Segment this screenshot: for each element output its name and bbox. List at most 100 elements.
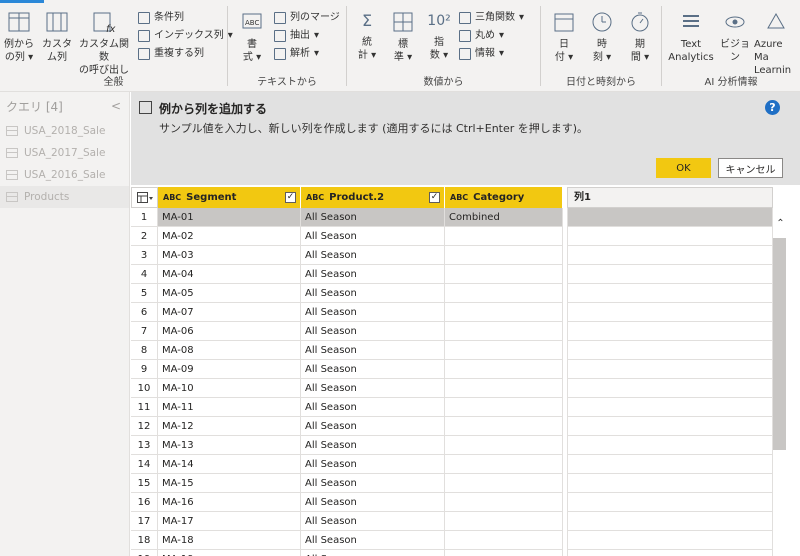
- cell-segment[interactable]: MA-07: [158, 303, 301, 322]
- cell-new-column-input[interactable]: [567, 303, 773, 322]
- cell-category[interactable]: [445, 284, 563, 303]
- table-row[interactable]: 15 MA-15 All Season: [131, 474, 773, 493]
- scrollbar-thumb[interactable]: [773, 238, 786, 450]
- cell-new-column-input[interactable]: [567, 322, 773, 341]
- conditional-column-button[interactable]: 条件列: [138, 10, 184, 26]
- query-item[interactable]: USA_2018_Sale: [0, 120, 129, 142]
- text-analytics-button[interactable]: Text Analytics: [666, 10, 716, 64]
- table-menu-button[interactable]: [131, 187, 158, 208]
- table-row[interactable]: 3 MA-03 All Season: [131, 246, 773, 265]
- column-checkbox[interactable]: ✓: [285, 192, 296, 203]
- table-row[interactable]: 9 MA-09 All Season: [131, 360, 773, 379]
- table-row[interactable]: 6 MA-07 All Season: [131, 303, 773, 322]
- trigonometry-button[interactable]: 三角関数 ▾: [459, 10, 524, 26]
- cell-segment[interactable]: MA-16: [158, 493, 301, 512]
- cell-segment[interactable]: MA-08: [158, 341, 301, 360]
- cell-category[interactable]: [445, 303, 563, 322]
- cell-product[interactable]: All Season: [301, 303, 445, 322]
- cell-category[interactable]: [445, 227, 563, 246]
- scientific-button[interactable]: 10² 指 数 ▾: [423, 10, 455, 62]
- cell-segment[interactable]: MA-12: [158, 417, 301, 436]
- cell-category[interactable]: [445, 379, 563, 398]
- text-type-icon[interactable]: ABC: [163, 193, 181, 202]
- parse-button[interactable]: 解析 ▾: [274, 46, 319, 62]
- query-item[interactable]: USA_2016_Sale: [0, 164, 129, 186]
- cell-segment[interactable]: MA-06: [158, 322, 301, 341]
- cell-product[interactable]: All Season: [301, 455, 445, 474]
- cell-segment[interactable]: MA-09: [158, 360, 301, 379]
- cell-new-column-input[interactable]: [567, 512, 773, 531]
- cell-category[interactable]: [445, 512, 563, 531]
- table-row[interactable]: 4 MA-04 All Season: [131, 265, 773, 284]
- cell-segment[interactable]: MA-10: [158, 379, 301, 398]
- cell-new-column-input[interactable]: [567, 550, 773, 556]
- cell-category[interactable]: [445, 246, 563, 265]
- extract-button[interactable]: 抽出 ▾: [274, 28, 319, 44]
- table-row[interactable]: 14 MA-14 All Season: [131, 455, 773, 474]
- cell-new-column-input[interactable]: [567, 417, 773, 436]
- cell-category[interactable]: [445, 322, 563, 341]
- format-button[interactable]: ABC 書 式 ▾: [236, 10, 268, 64]
- help-icon[interactable]: ?: [765, 100, 780, 115]
- cell-segment[interactable]: MA-01: [158, 208, 301, 227]
- rounding-button[interactable]: 丸め ▾: [459, 28, 504, 44]
- merge-columns-button[interactable]: 列のマージ: [274, 10, 340, 26]
- cell-segment[interactable]: MA-17: [158, 512, 301, 531]
- cell-new-column-input[interactable]: [567, 379, 773, 398]
- cell-category[interactable]: [445, 493, 563, 512]
- cell-product[interactable]: All Season: [301, 379, 445, 398]
- cell-segment[interactable]: MA-14: [158, 455, 301, 474]
- new-column-header[interactable]: 列1: [567, 187, 773, 208]
- cell-product[interactable]: All Season: [301, 550, 445, 556]
- query-item-selected[interactable]: Products: [0, 186, 129, 208]
- cell-segment[interactable]: MA-05: [158, 284, 301, 303]
- cell-product[interactable]: All Season: [301, 417, 445, 436]
- table-row[interactable]: 18 MA-18 All Season: [131, 531, 773, 550]
- cell-product[interactable]: All Season: [301, 322, 445, 341]
- standard-button[interactable]: 標 準 ▾: [387, 10, 419, 64]
- cell-new-column-input[interactable]: [567, 455, 773, 474]
- time-button[interactable]: 時 刻 ▾: [585, 10, 619, 64]
- cell-segment[interactable]: MA-04: [158, 265, 301, 284]
- table-row[interactable]: 19MA-19All Season: [131, 550, 773, 556]
- table-row[interactable]: 10 MA-10 All Season: [131, 379, 773, 398]
- table-row[interactable]: 16 MA-16 All Season: [131, 493, 773, 512]
- cell-category[interactable]: [445, 474, 563, 493]
- cell-product[interactable]: All Season: [301, 284, 445, 303]
- vision-button[interactable]: ビジョ ン: [720, 10, 750, 64]
- table-row[interactable]: 2 MA-02 All Season: [131, 227, 773, 246]
- cancel-button[interactable]: キャンセル: [718, 158, 783, 178]
- ok-button[interactable]: OK: [656, 158, 711, 178]
- table-row[interactable]: 12 MA-12 All Season: [131, 417, 773, 436]
- cell-category[interactable]: [445, 417, 563, 436]
- cell-new-column-input[interactable]: [567, 227, 773, 246]
- table-row[interactable]: 13 MA-13 All Season: [131, 436, 773, 455]
- cell-category[interactable]: [445, 265, 563, 284]
- cell-product[interactable]: All Season: [301, 265, 445, 284]
- cell-product[interactable]: All Season: [301, 341, 445, 360]
- table-row[interactable]: 1 MA-01 All Season Combined: [131, 208, 773, 227]
- cell-new-column-input[interactable]: [567, 398, 773, 417]
- query-item[interactable]: USA_2017_Sale: [0, 142, 129, 164]
- cell-category[interactable]: [445, 455, 563, 474]
- cell-new-column-input[interactable]: [567, 493, 773, 512]
- cell-new-column-input[interactable]: [567, 360, 773, 379]
- scroll-up-icon[interactable]: ⌃: [774, 218, 787, 229]
- table-row[interactable]: 7 MA-06 All Season: [131, 322, 773, 341]
- table-row[interactable]: 11 MA-11 All Season: [131, 398, 773, 417]
- cell-category[interactable]: [445, 531, 563, 550]
- cell-product[interactable]: All Season: [301, 436, 445, 455]
- vertical-scrollbar[interactable]: ⌃: [773, 208, 788, 556]
- cell-segment[interactable]: MA-11: [158, 398, 301, 417]
- cell-category[interactable]: [445, 550, 563, 556]
- date-button[interactable]: 日 付 ▾: [547, 10, 581, 64]
- cell-category[interactable]: [445, 341, 563, 360]
- azure-ml-button[interactable]: Azure Ma Learnin: [754, 10, 800, 77]
- invoke-custom-function-button[interactable]: fx カスタム関数 の呼び出し: [76, 10, 132, 77]
- information-button[interactable]: 情報 ▾: [459, 46, 504, 62]
- statistics-button[interactable]: Σ 統 計 ▾: [351, 10, 383, 62]
- cell-segment[interactable]: MA-18: [158, 531, 301, 550]
- cell-new-column-input[interactable]: [567, 208, 773, 227]
- cell-new-column-input[interactable]: [567, 531, 773, 550]
- cell-category[interactable]: [445, 436, 563, 455]
